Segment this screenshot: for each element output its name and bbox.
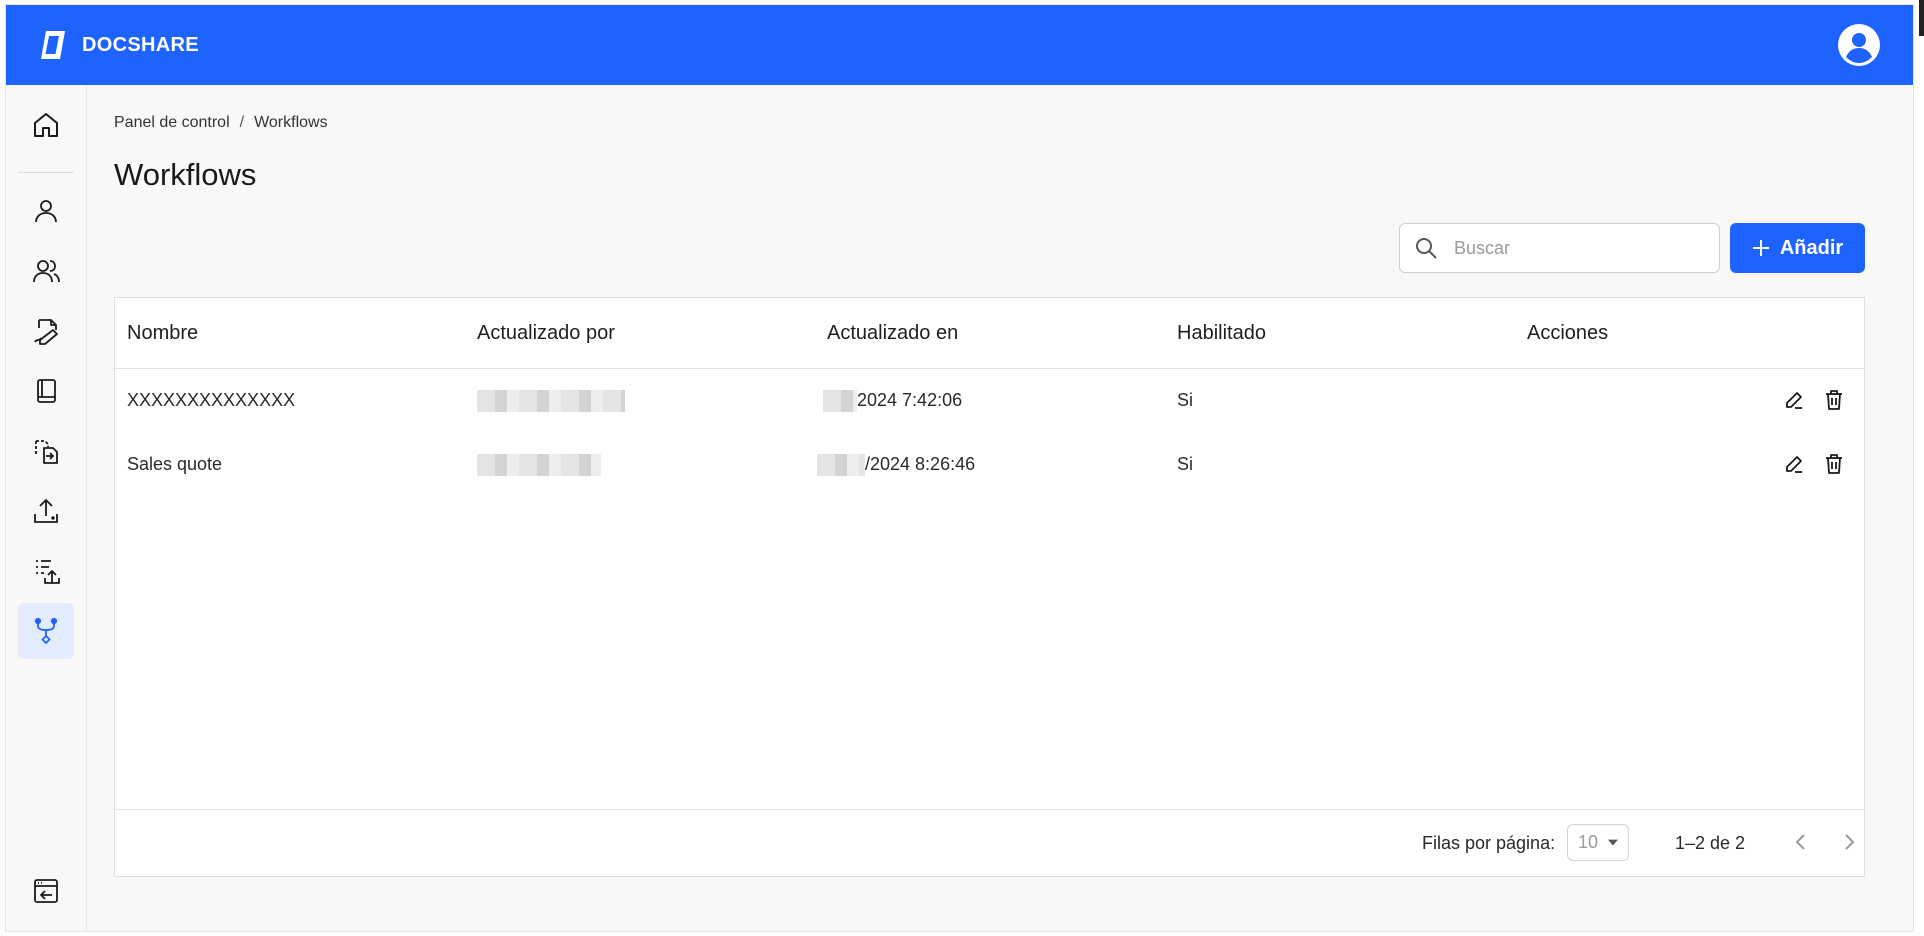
next-page-button[interactable] [1837,830,1861,854]
previous-page-button[interactable] [1789,830,1813,854]
sidebar-item-user[interactable] [18,183,74,239]
sidebar [6,85,87,931]
edit-icon [1786,392,1802,409]
page-title: Workflows [114,157,257,192]
cell-updated-at: 2024 7:42:06 [823,368,962,432]
docshare-logo-icon [41,31,65,59]
redacted-text [477,454,601,477]
cell-enabled: Si [1177,454,1194,474]
brand[interactable]: DOCSHARE [38,28,199,62]
document-transfer-icon [35,440,58,464]
rows-per-page-label: Filas por página: [1422,833,1556,853]
sidebar-item-logout[interactable] [18,863,74,919]
edit-icon [1786,456,1802,473]
column-header-updated-by[interactable]: Actualizado por [477,298,615,368]
cell-updated-by [477,432,601,496]
search-box[interactable] [1399,223,1720,273]
home-icon [34,113,58,137]
sidebar-item-transfer[interactable] [18,423,74,479]
plus-icon [1752,240,1769,256]
workflows-table: Nombre Actualizado por Actualizado en Ha… [114,297,1865,877]
caret-down-icon [1608,839,1618,845]
chevron-left-icon [1795,834,1805,850]
cell-enabled: Si [1177,390,1194,410]
logout-icon [34,879,58,903]
column-header-actions: Acciones [1527,322,1609,344]
delete-button[interactable] [1822,388,1846,412]
column-header-name[interactable]: Nombre [127,298,198,368]
table-pagination: Filas por página: 10 1–2 de 2 [115,809,1864,876]
trash-icon [1826,390,1842,410]
add-button-label: Añadir [1779,236,1844,259]
account-circle-icon [1838,24,1880,66]
row-actions [1782,388,1846,412]
document-sign-icon [34,319,58,345]
table-row[interactable]: Sales quote /2024 8:26:46 Si [115,432,1864,496]
upload-icon [34,499,58,523]
users-icon [33,260,60,283]
user-icon [35,200,57,223]
sidebar-item-list-upload[interactable] [18,543,74,599]
redacted-text [477,390,625,413]
sidebar-item-users[interactable] [18,243,74,299]
cell-updated-at-value: 2024 7:42:06 [857,390,963,410]
sidebar-divider [18,172,74,173]
edit-button[interactable] [1782,388,1806,412]
delete-button[interactable] [1822,452,1846,476]
app-header: DOCSHARE [6,5,1913,85]
column-header-updated-at[interactable]: Actualizado en [827,298,958,368]
brand-name: DOCSHARE [82,33,199,56]
table-row[interactable]: XXXXXXXXXXXXXX 2024 7:42:06 Si [115,368,1864,432]
redacted-text [817,454,865,477]
trash-icon [1826,454,1842,474]
cell-updated-by [477,368,625,432]
breadcrumb: Panel de control / Workflows [114,114,328,132]
column-header-enabled[interactable]: Habilitado [1177,298,1266,368]
add-workflow-button[interactable]: Añadir [1730,223,1865,273]
cell-updated-at-value: /2024 8:26:46 [865,454,976,474]
redacted-text [823,390,857,413]
list-upload-icon [36,560,60,584]
cell-updated-at: /2024 8:26:46 [817,432,975,496]
sidebar-item-upload[interactable] [18,483,74,539]
sidebar-item-home[interactable] [18,97,74,153]
row-actions [1782,452,1846,476]
sidebar-item-sign[interactable] [18,303,74,359]
rows-per-page-value: 10 [1578,832,1599,852]
book-icon [37,379,56,403]
cell-name: XXXXXXXXXXXXXX [127,390,296,410]
rows-per-page-select[interactable]: 10 [1567,824,1629,861]
edit-button[interactable] [1782,452,1806,476]
app-window: DOCSHARE Panel de control / Workflows Wo… [5,4,1914,932]
window-scroll-indicator [1919,0,1924,36]
pagination-range: 1–2 de 2 [1675,833,1746,853]
breadcrumb-current: Workflows [254,114,328,131]
main-content: Panel de control / Workflows Workflows A… [114,85,1871,931]
breadcrumb-separator: / [239,114,245,131]
sidebar-item-workflows[interactable] [18,603,74,659]
sidebar-item-book[interactable] [18,363,74,419]
workflow-icon [34,617,58,644]
account-button[interactable] [1837,23,1881,67]
search-icon [1416,238,1437,259]
chevron-right-icon [1845,834,1855,850]
cell-name: Sales quote [127,454,223,474]
breadcrumb-parent-link[interactable]: Panel de control [114,114,230,132]
search-input[interactable] [1452,236,1696,260]
table-header: Nombre Actualizado por Actualizado en Ha… [115,298,1864,369]
